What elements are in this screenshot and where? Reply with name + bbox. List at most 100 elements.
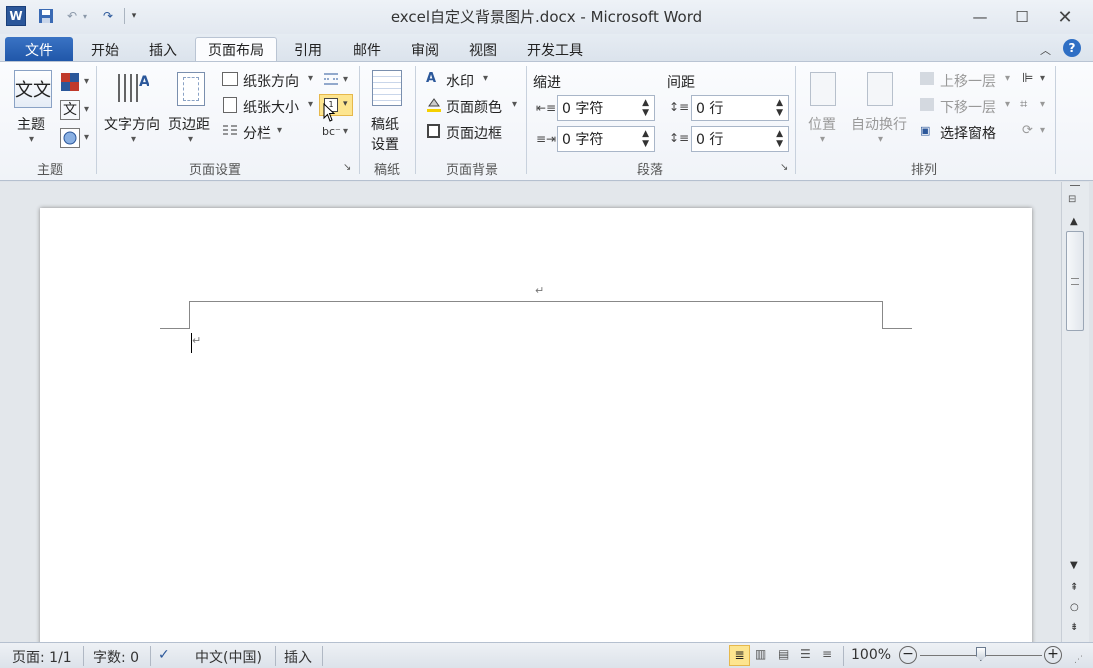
bring-forward-icon [920, 72, 934, 85]
wrap-text-button[interactable]: 自动换行 [851, 114, 907, 134]
word-count[interactable]: 字数: 0 [93, 647, 139, 667]
indent-left-spinner[interactable]: 0 字符 ▲ ▼ [557, 95, 655, 121]
breaks-dropdown-icon[interactable]: ▾ [343, 74, 348, 85]
help-icon[interactable]: ? [1063, 39, 1081, 57]
indent-left-spin-arrows-icon[interactable]: ▲ ▼ [642, 98, 649, 118]
group-dropdown-icon[interactable]: ▾ [1040, 99, 1045, 110]
theme-colors-dropdown-icon[interactable]: ▾ [84, 76, 89, 87]
zoom-out-icon[interactable]: − [899, 646, 917, 664]
orientation-button[interactable]: 纸张方向 [243, 71, 299, 91]
margins-dropdown-icon[interactable]: ▾ [188, 134, 193, 145]
zoom-slider-thumb[interactable] [976, 647, 986, 661]
watermark-dropdown-icon[interactable]: ▾ [483, 73, 488, 84]
draft-view-icon[interactable]: ≡ [822, 647, 832, 661]
next-page-icon[interactable]: ⇟ [1070, 622, 1078, 633]
spacing-after-spinner[interactable]: 0 行 ▲ ▼ [691, 126, 789, 152]
themes-button[interactable]: 主题 [17, 114, 45, 134]
spacing-before-spinner[interactable]: 0 行 ▲ ▼ [691, 95, 789, 121]
orientation-dropdown-icon[interactable]: ▾ [308, 73, 313, 84]
columns-dropdown-icon[interactable]: ▾ [277, 125, 282, 136]
margins-button[interactable]: 页边距 [168, 114, 210, 134]
hyphenation-icon[interactable]: bc⁻ [322, 125, 341, 138]
document-page[interactable]: ↵ ↵ [40, 208, 1032, 648]
themes-dropdown-icon[interactable]: ▾ [29, 134, 34, 145]
indent-left-icon: ⇤≡ [536, 101, 557, 115]
spacing-before-spin-arrows-icon[interactable]: ▲ ▼ [776, 98, 783, 118]
text-direction-icon[interactable]: A [115, 70, 150, 106]
margins-icon[interactable] [177, 72, 205, 106]
web-layout-view-icon[interactable]: ▤ [778, 647, 789, 661]
zoom-in-icon[interactable]: + [1044, 646, 1062, 664]
theme-fonts-dropdown-icon[interactable]: ▾ [84, 104, 89, 115]
page-color-button[interactable]: 页面颜色 [446, 97, 502, 117]
tab-insert[interactable]: 插入 [137, 37, 189, 62]
zoom-level[interactable]: 100% [851, 647, 891, 663]
close-icon[interactable]: ✕ [1050, 6, 1080, 28]
ruler-toggle-icon[interactable]: ⊟ [1068, 194, 1076, 205]
minimize-icon[interactable]: — [965, 6, 995, 28]
manuscript-button-line1[interactable]: 稿纸 [371, 114, 399, 134]
manuscript-button-line2[interactable]: 设置 [371, 134, 399, 154]
rotate-icon[interactable]: ⟳ [1022, 123, 1033, 138]
spacing-after-spin-arrows-icon[interactable]: ▲ ▼ [776, 129, 783, 149]
watermark-button[interactable]: 水印 [446, 71, 474, 91]
align-dropdown-icon[interactable]: ▾ [1040, 73, 1045, 84]
wrap-text-dropdown-icon[interactable]: ▾ [878, 134, 883, 145]
size-button[interactable]: 纸张大小 [243, 97, 299, 117]
proofing-icon[interactable]: ✓ [158, 647, 170, 663]
browse-object-icon[interactable]: ○ [1070, 602, 1079, 613]
position-dropdown-icon[interactable]: ▾ [820, 134, 825, 145]
scroll-up-icon[interactable]: ▲ [1070, 216, 1078, 227]
page-count[interactable]: 页面: 1/1 [12, 647, 72, 667]
size-dropdown-icon[interactable]: ▾ [308, 99, 313, 110]
tab-review[interactable]: 审阅 [399, 37, 451, 62]
print-layout-view-icon[interactable]: ≣ [729, 645, 750, 666]
vertical-scrollbar[interactable]: ⊟ ▲ ▼ ⇞ ○ ⇟ [1061, 182, 1089, 642]
text-direction-dropdown-icon[interactable]: ▾ [131, 134, 136, 145]
manuscript-icon[interactable] [372, 70, 402, 106]
columns-button[interactable]: 分栏 [243, 123, 271, 143]
tab-page-layout[interactable]: 页面布局 [195, 37, 277, 62]
maximize-icon[interactable]: ☐ [1007, 6, 1037, 28]
rotate-dropdown-icon[interactable]: ▾ [1040, 125, 1045, 136]
resize-grip-icon[interactable]: ⋰ [1074, 655, 1083, 665]
selection-pane-button[interactable]: 选择窗格 [940, 123, 996, 143]
page-borders-button[interactable]: 页面边框 [446, 123, 502, 143]
breaks-icon[interactable] [322, 72, 340, 86]
tab-home[interactable]: 开始 [79, 37, 131, 62]
scroll-down-icon[interactable]: ▼ [1070, 560, 1078, 571]
insert-mode-indicator[interactable]: 插入 [284, 647, 312, 667]
tab-developer[interactable]: 开发工具 [515, 37, 595, 62]
text-direction-button[interactable]: 文字方向 [104, 114, 160, 134]
theme-effects-dropdown-icon[interactable]: ▾ [84, 132, 89, 143]
align-icon[interactable]: ⊫ [1022, 71, 1033, 86]
previous-page-icon[interactable]: ⇞ [1070, 582, 1078, 593]
tab-mailings[interactable]: 邮件 [341, 37, 393, 62]
group-objects-icon[interactable]: ⌗ [1020, 97, 1027, 112]
send-backward-button[interactable]: 下移一层 [940, 97, 996, 117]
page-setup-dialog-launcher-icon[interactable]: ↘ [343, 162, 351, 173]
tab-file[interactable]: 文件 [5, 37, 73, 62]
outline-view-icon[interactable]: ☰ [800, 647, 811, 661]
theme-effects-icon[interactable] [60, 128, 80, 148]
indent-right-spinner[interactable]: 0 字符 ▲ ▼ [557, 126, 655, 152]
theme-fonts-icon[interactable]: 文 [60, 100, 80, 120]
minimize-ribbon-icon[interactable]: ︿ [1040, 42, 1051, 58]
status-separator [322, 646, 323, 666]
language-indicator[interactable]: 中文(中国) [195, 647, 262, 667]
paragraph-dialog-launcher-icon[interactable]: ↘ [780, 162, 788, 173]
send-backward-dropdown-icon[interactable]: ▾ [1005, 99, 1010, 110]
bring-forward-dropdown-icon[interactable]: ▾ [1005, 73, 1010, 84]
page-color-dropdown-icon[interactable]: ▾ [512, 99, 517, 110]
scroll-thumb[interactable] [1066, 231, 1084, 331]
theme-colors-icon[interactable] [60, 72, 80, 92]
bring-forward-button[interactable]: 上移一层 [940, 71, 996, 91]
indent-right-spin-arrows-icon[interactable]: ▲ ▼ [642, 129, 649, 149]
tab-references[interactable]: 引用 [282, 37, 334, 62]
split-handle-icon[interactable] [1070, 185, 1080, 186]
position-button[interactable]: 位置 [808, 114, 836, 134]
full-screen-reading-view-icon[interactable]: ▥ [755, 647, 766, 661]
tab-view[interactable]: 视图 [457, 37, 509, 62]
hyphenation-dropdown-icon[interactable]: ▾ [343, 126, 348, 137]
themes-icon[interactable]: 文文 [14, 70, 52, 108]
